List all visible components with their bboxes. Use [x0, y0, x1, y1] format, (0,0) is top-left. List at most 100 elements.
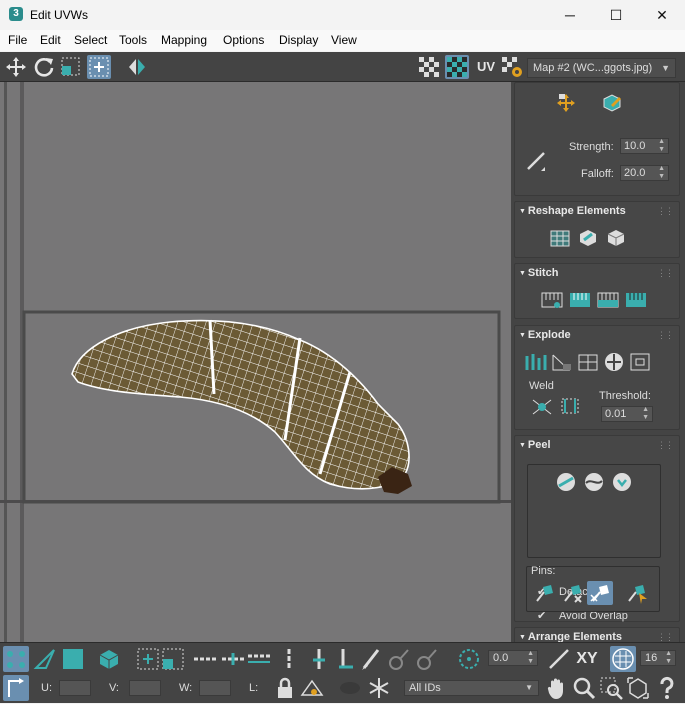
- lock-selection-button[interactable]: [272, 675, 298, 701]
- reshape-elements-title[interactable]: Reshape Elements: [519, 205, 626, 217]
- menu-mapping[interactable]: Mapping: [161, 33, 207, 47]
- auto-pin-button[interactable]: [587, 581, 613, 605]
- stitch-target-icon: [626, 293, 646, 307]
- scale-tool-button[interactable]: [59, 55, 83, 79]
- falloff-spinner[interactable]: 20.0 ▲ ▼: [620, 165, 669, 181]
- brush-tool-button[interactable]: [523, 149, 549, 173]
- threshold-spinner[interactable]: 0.01 ▲ ▼: [601, 406, 653, 422]
- hide-unselected-button[interactable]: [299, 675, 325, 701]
- polygon-icon: [63, 649, 83, 669]
- map-select-dropdown[interactable]: Map #2 (WC...ggots.jpg) ▼: [527, 58, 676, 78]
- straighten-button[interactable]: [546, 646, 572, 672]
- peel-title[interactable]: Peel: [519, 439, 551, 451]
- pan-button[interactable]: [544, 675, 570, 701]
- menu-view[interactable]: View: [331, 33, 357, 47]
- zoom-button[interactable]: [571, 675, 597, 701]
- paint-select-button[interactable]: [358, 646, 384, 672]
- strength-spinner[interactable]: 10.0 ▲ ▼: [620, 138, 669, 154]
- absolute-offset-toggle[interactable]: [3, 675, 29, 701]
- loop-selection-button[interactable]: [276, 646, 302, 672]
- grid-snap-button[interactable]: [610, 646, 636, 672]
- mirror-tool-button[interactable]: [125, 55, 149, 79]
- angle-spinner[interactable]: 0.0 ▲ ▼: [488, 650, 538, 666]
- close-button[interactable]: ✕: [639, 0, 685, 30]
- filter-selected-button[interactable]: [337, 675, 363, 701]
- element-mode-button[interactable]: [96, 646, 122, 672]
- stitch-custom-icon: [541, 292, 563, 308]
- brush-line-icon: [527, 152, 545, 171]
- enlarge-brush-button[interactable]: [386, 646, 412, 672]
- grid-size-spinner[interactable]: 16 ▲ ▼: [640, 650, 676, 666]
- menu-edit[interactable]: Edit: [40, 33, 61, 47]
- weld-selected-button[interactable]: [529, 394, 555, 418]
- unpin-button[interactable]: [559, 581, 585, 605]
- zoom-region-button[interactable]: [598, 675, 624, 701]
- minimize-button[interactable]: ─: [547, 0, 593, 30]
- grow-ring-icon: [222, 653, 244, 665]
- menu-display[interactable]: Display: [279, 33, 318, 47]
- flatten-by-polygon-button[interactable]: [575, 350, 601, 374]
- weld-target-button[interactable]: [557, 394, 583, 418]
- uv-viewport[interactable]: [0, 82, 511, 642]
- shrink-ring-button[interactable]: [246, 646, 272, 672]
- avoid-overlap-checkbox[interactable]: ✔: [537, 611, 548, 622]
- grow-icon: [137, 648, 159, 670]
- zoom-extents-button[interactable]: [625, 675, 651, 701]
- move-tool-button[interactable]: [4, 55, 28, 79]
- paint-move-button[interactable]: [553, 91, 579, 115]
- ring-selection-button[interactable]: [192, 646, 218, 672]
- stitch-title[interactable]: Stitch: [519, 267, 559, 279]
- v-field[interactable]: [129, 680, 161, 696]
- peel-mode-button[interactable]: [581, 470, 607, 494]
- maximize-button[interactable]: ☐: [593, 0, 639, 30]
- w-field[interactable]: [199, 680, 231, 696]
- grow-selection-button[interactable]: [135, 646, 161, 672]
- menu-options[interactable]: Options: [223, 33, 264, 47]
- peel-reset-icon: [613, 473, 631, 491]
- map-settings-button[interactable]: [500, 55, 524, 79]
- shrink-selection-button[interactable]: [160, 646, 186, 672]
- stitch-to-target-button[interactable]: [623, 288, 649, 312]
- arrange-elements-title[interactable]: Arrange Elements: [519, 631, 622, 642]
- stitch-average-button[interactable]: [595, 288, 621, 312]
- edge-mode-button[interactable]: [32, 646, 58, 672]
- menu-file[interactable]: File: [8, 33, 27, 47]
- grow-loop-button[interactable]: [306, 646, 332, 672]
- break-icon: [525, 354, 547, 370]
- freeze-button[interactable]: [366, 675, 392, 701]
- u-field[interactable]: [59, 680, 91, 696]
- polygon-mode-button[interactable]: [60, 646, 86, 672]
- menu-tools[interactable]: Tools: [119, 33, 147, 47]
- menu-select[interactable]: Select: [74, 33, 107, 47]
- checker-toggle-button[interactable]: [417, 55, 441, 79]
- help-button[interactable]: [654, 675, 680, 701]
- rotate-angle-button[interactable]: [456, 646, 482, 672]
- stitch-to-source-button[interactable]: [567, 288, 593, 312]
- explode-title[interactable]: Explode: [519, 329, 571, 341]
- shrink-brush-button[interactable]: [414, 646, 440, 672]
- quick-peel-button[interactable]: [553, 470, 579, 494]
- select-pins-button[interactable]: [623, 581, 649, 605]
- material-ids-dropdown[interactable]: All IDs ▼: [404, 680, 539, 696]
- peel-reset-button[interactable]: [609, 470, 635, 494]
- break-button[interactable]: [523, 350, 549, 374]
- texture-toggle-button[interactable]: [445, 55, 469, 79]
- vertex-mode-button[interactable]: [3, 646, 29, 672]
- flatten-by-material-button[interactable]: [627, 350, 653, 374]
- uv-canvas[interactable]: [0, 82, 511, 642]
- grow-ring-button[interactable]: [220, 646, 246, 672]
- pin-button[interactable]: [531, 581, 557, 605]
- stitch-custom-button[interactable]: [539, 288, 565, 312]
- detach-edge-button[interactable]: [549, 350, 575, 374]
- straighten-selection-button[interactable]: [547, 226, 573, 250]
- rotate-tool-button[interactable]: [32, 55, 56, 79]
- flatten-by-smoothing-button[interactable]: [601, 350, 627, 374]
- xy-mode-button[interactable]: XY: [573, 646, 601, 672]
- freeform-tool-button[interactable]: [87, 55, 111, 79]
- shrink-loop-button[interactable]: [333, 646, 359, 672]
- relax-button[interactable]: [603, 226, 629, 250]
- relax-brush-button[interactable]: [599, 91, 625, 115]
- uv-mode-button[interactable]: UV: [473, 55, 499, 79]
- relax-until-flat-button[interactable]: [575, 226, 601, 250]
- menu-bar: File Edit Select Tools Mapping Options D…: [0, 30, 685, 51]
